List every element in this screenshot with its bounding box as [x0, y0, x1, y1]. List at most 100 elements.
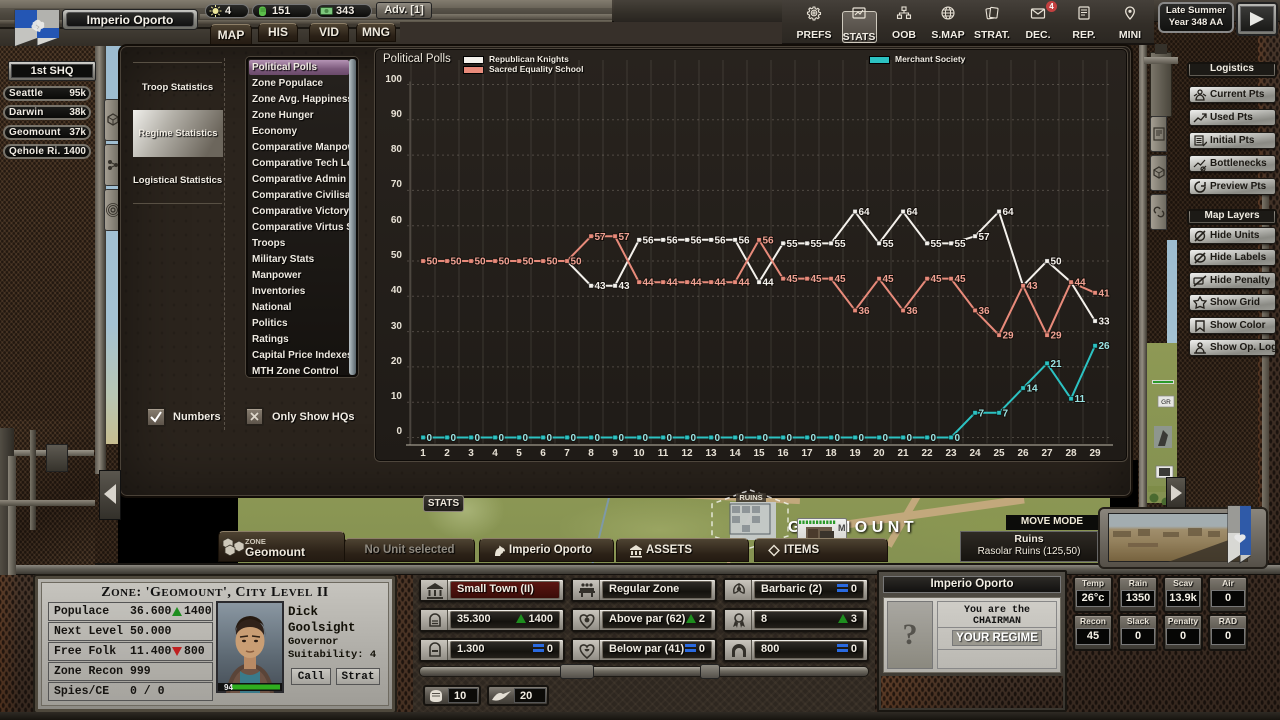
svg-text:0: 0	[427, 433, 433, 444]
svg-text:25: 25	[993, 448, 1005, 459]
svg-text:50: 50	[547, 257, 559, 268]
svg-text:36: 36	[859, 306, 871, 317]
svg-text:45: 45	[883, 274, 895, 285]
svg-text:100: 100	[385, 74, 402, 85]
svg-text:6: 6	[540, 448, 546, 459]
svg-text:13: 13	[705, 448, 717, 459]
svg-text:14: 14	[729, 448, 741, 459]
svg-text:10: 10	[391, 391, 403, 402]
svg-text:56: 56	[667, 235, 679, 246]
svg-text:50: 50	[391, 250, 403, 261]
svg-text:44: 44	[667, 278, 679, 289]
svg-text:56: 56	[715, 235, 727, 246]
svg-text:50: 50	[427, 257, 439, 268]
svg-text:21: 21	[897, 448, 909, 459]
svg-text:44: 44	[715, 278, 727, 289]
svg-text:5: 5	[516, 448, 522, 459]
svg-text:0: 0	[955, 433, 961, 444]
svg-text:2: 2	[444, 448, 450, 459]
svg-text:55: 55	[787, 239, 799, 250]
svg-text:50: 50	[1051, 257, 1063, 268]
svg-text:43: 43	[619, 281, 631, 292]
svg-text:7: 7	[1003, 408, 1009, 419]
svg-text:45: 45	[955, 274, 967, 285]
svg-text:0: 0	[595, 433, 601, 444]
svg-text:0: 0	[859, 433, 865, 444]
svg-text:56: 56	[763, 235, 775, 246]
svg-text:44: 44	[691, 278, 703, 289]
svg-text:56: 56	[643, 235, 655, 246]
svg-text:21: 21	[1051, 359, 1063, 370]
svg-text:94: 94	[224, 683, 233, 692]
svg-text:0: 0	[883, 433, 889, 444]
svg-text:64: 64	[907, 207, 919, 218]
svg-text:RUINS: RUINS	[739, 493, 762, 502]
svg-text:0: 0	[835, 433, 841, 444]
svg-text:0: 0	[667, 433, 673, 444]
svg-text:50: 50	[523, 257, 535, 268]
svg-text:16: 16	[777, 448, 789, 459]
svg-text:55: 55	[883, 239, 895, 250]
svg-text:60: 60	[391, 215, 403, 226]
svg-text:0: 0	[811, 433, 817, 444]
svg-text:0: 0	[907, 433, 913, 444]
svg-text:0: 0	[715, 433, 721, 444]
svg-text:57: 57	[979, 232, 991, 243]
svg-text:10: 10	[633, 448, 645, 459]
svg-text:30: 30	[391, 321, 403, 332]
svg-text:M: M	[838, 523, 846, 533]
svg-text:55: 55	[955, 239, 967, 250]
svg-text:44: 44	[1075, 278, 1087, 289]
svg-text:44: 44	[739, 278, 751, 289]
svg-text:50: 50	[499, 257, 511, 268]
svg-text:7: 7	[979, 408, 985, 419]
svg-text:43: 43	[1027, 281, 1039, 292]
svg-text:4: 4	[492, 448, 498, 459]
svg-text:70: 70	[391, 179, 403, 190]
svg-text:3: 3	[468, 448, 474, 459]
svg-text:14: 14	[1027, 384, 1039, 395]
svg-text:29: 29	[1051, 331, 1063, 342]
svg-text:45: 45	[835, 274, 847, 285]
svg-text:0: 0	[619, 433, 625, 444]
svg-text:17: 17	[801, 448, 813, 459]
svg-text:50: 50	[451, 257, 463, 268]
svg-text:0: 0	[739, 433, 745, 444]
svg-text:GR: GR	[1161, 399, 1171, 406]
svg-text:41: 41	[1099, 288, 1111, 299]
svg-text:8: 8	[588, 448, 594, 459]
svg-text:18: 18	[825, 448, 837, 459]
svg-text:0: 0	[499, 433, 505, 444]
svg-text:0: 0	[451, 433, 457, 444]
svg-text:55: 55	[811, 239, 823, 250]
svg-text:0: 0	[787, 433, 793, 444]
svg-text:0: 0	[691, 433, 697, 444]
svg-text:45: 45	[931, 274, 943, 285]
svg-text:0: 0	[643, 433, 649, 444]
svg-text:36: 36	[979, 306, 991, 317]
svg-text:0: 0	[396, 426, 402, 437]
svg-text:20: 20	[873, 448, 885, 459]
svg-text:29: 29	[1089, 448, 1101, 459]
svg-text:44: 44	[763, 278, 775, 289]
svg-text:64: 64	[1003, 207, 1015, 218]
svg-text:56: 56	[691, 235, 703, 246]
svg-text:29: 29	[1003, 331, 1015, 342]
svg-text:12: 12	[681, 448, 693, 459]
svg-text:0: 0	[475, 433, 481, 444]
svg-text:24: 24	[969, 448, 981, 459]
svg-text:64: 64	[859, 207, 871, 218]
svg-text:23: 23	[945, 448, 957, 459]
svg-text:45: 45	[811, 274, 823, 285]
svg-text:56: 56	[739, 235, 751, 246]
svg-text:55: 55	[931, 239, 943, 250]
svg-text:11: 11	[1075, 394, 1086, 405]
svg-text:0: 0	[931, 433, 937, 444]
svg-text:26: 26	[1017, 448, 1029, 459]
svg-text:7: 7	[564, 448, 570, 459]
svg-text:26: 26	[1099, 341, 1111, 352]
svg-text:19: 19	[849, 448, 861, 459]
svg-text:1: 1	[420, 448, 426, 459]
svg-text:27: 27	[1041, 448, 1053, 459]
svg-text:43: 43	[595, 281, 607, 292]
